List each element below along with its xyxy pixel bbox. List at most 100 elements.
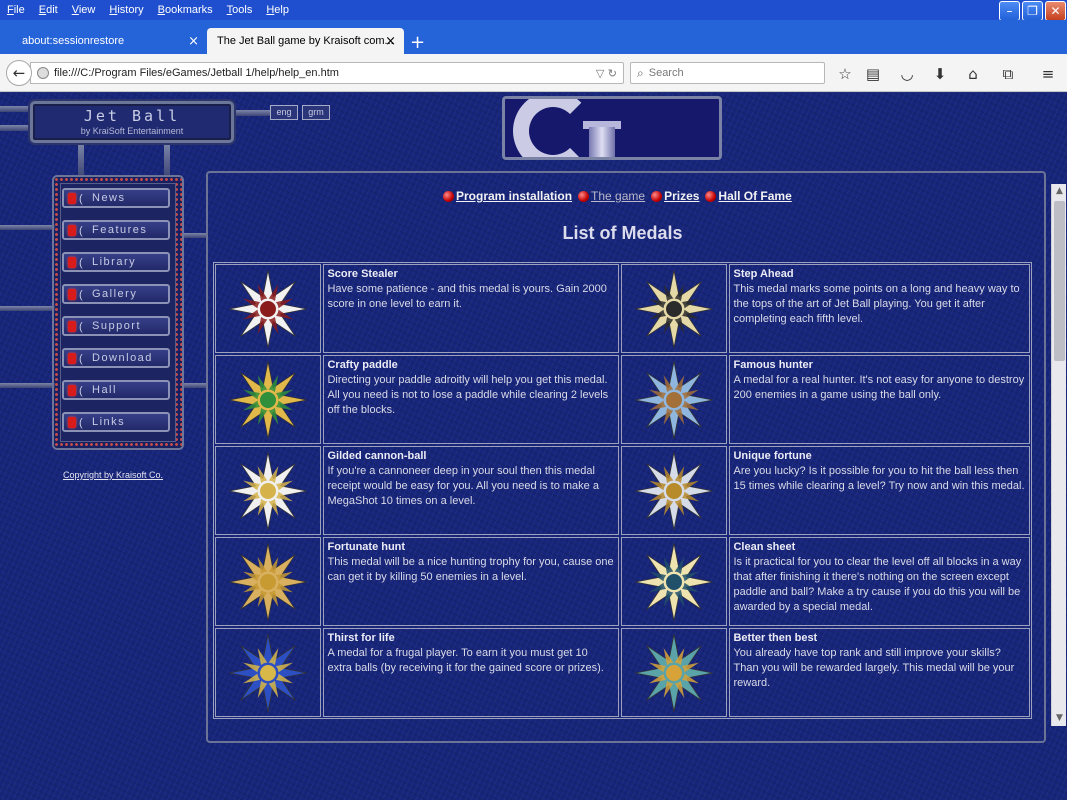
medal-table: Score Stealer Have some patience - and th… — [213, 262, 1032, 719]
hamburger-menu-icon[interactable]: ≡ — [1039, 65, 1057, 83]
score-stealer-medal-icon — [229, 269, 307, 348]
bracket-glyph: ( — [79, 353, 85, 365]
pipe-decoration — [234, 110, 270, 116]
menu-history[interactable]: History — [102, 4, 150, 16]
medal-title: Crafty paddle — [327, 359, 398, 371]
nav-label: Library — [92, 256, 137, 268]
medal-image — [215, 446, 322, 535]
medal-title: Fortunate hunt — [327, 541, 406, 553]
minimize-button[interactable]: – — [999, 1, 1020, 21]
logo-title: Jet Ball — [83, 107, 181, 125]
nav-label: Support — [92, 320, 142, 332]
pipe-decoration — [0, 106, 32, 112]
link-label: The game — [591, 189, 646, 203]
search-input[interactable]: ⌕ Search — [630, 62, 825, 84]
red-bullet-icon — [705, 190, 717, 202]
tab-session-restore[interactable]: about:sessionrestore × — [0, 28, 207, 54]
nav-hall-button[interactable]: (Hall — [62, 380, 170, 400]
header-banner-image — [502, 96, 722, 160]
clean-sheet-medal-icon — [635, 542, 713, 621]
nav-label: Links — [92, 416, 126, 428]
tab-close-icon[interactable]: × — [385, 34, 396, 49]
download-icon[interactable]: ⬇ — [931, 65, 949, 83]
famous-hunter-medal-icon — [635, 360, 713, 439]
link-prizes[interactable]: Prizes — [651, 189, 699, 203]
tab-label: The Jet Ball game by Kraisoft com... — [217, 35, 394, 47]
menu-bar: File Edit View History Bookmarks Tools H… — [0, 0, 1067, 21]
pipe-decoration — [184, 383, 206, 388]
nav-label: Hall — [92, 384, 117, 396]
reading-list-icon[interactable]: ▤ — [864, 65, 882, 83]
reload-icon[interactable]: ▽ ↻ — [596, 67, 617, 80]
bracket-glyph: ( — [79, 193, 85, 205]
medal-center-gem — [257, 298, 279, 319]
logo-subtitle: by KraiSoft Entertainment — [80, 126, 184, 136]
bracket-glyph: ( — [79, 257, 85, 269]
bracket-glyph: ( — [79, 289, 85, 301]
menu-file[interactable]: File — [0, 4, 32, 16]
language-english-button[interactable]: eng — [270, 105, 298, 120]
medal-image — [215, 355, 322, 444]
fortunate-hunt-medal-icon — [229, 542, 307, 621]
arrow-left-icon: ← — [12, 64, 26, 82]
medal-image — [621, 446, 728, 535]
copyright-link[interactable]: Copyright by Kraisoft Co. — [63, 470, 163, 480]
tab-close-icon[interactable]: × — [188, 34, 199, 49]
medal-text: Is it practical for you to clear the lev… — [733, 556, 1022, 613]
link-hall-of-fame[interactable]: Hall Of Fame — [705, 189, 792, 203]
nav-library-button[interactable]: ( Library — [62, 252, 170, 272]
pocket-icon[interactable]: ◡ — [898, 65, 916, 83]
pipe-decoration — [0, 306, 55, 311]
nav-gallery-button[interactable]: (Gallery — [62, 284, 170, 304]
medal-image — [621, 264, 728, 353]
pipe-decoration — [78, 143, 84, 177]
scrollbar-thumb[interactable] — [1054, 201, 1065, 361]
banner-ring-shape — [513, 99, 593, 157]
new-tab-button[interactable]: + — [410, 32, 425, 53]
vertical-scrollbar[interactable]: ▲ ▼ — [1051, 184, 1066, 726]
top-navigation-links: Program installation The game Prizes Hal… — [443, 189, 792, 203]
scroll-up-arrow-icon[interactable]: ▲ — [1052, 184, 1067, 199]
tab-strip: about:sessionrestore × The Jet Ball game… — [0, 20, 1067, 54]
bookmark-star-icon[interactable]: ☆ — [836, 65, 854, 83]
url-bar[interactable]: file:///C:/Program Files/eGames/Jetball … — [30, 62, 624, 84]
nav-download-button[interactable]: ( Download — [62, 348, 170, 368]
restore-button[interactable]: ❐ — [1022, 1, 1043, 21]
sync-icon[interactable]: ⧉ — [999, 65, 1017, 83]
medal-center-gem — [257, 571, 279, 592]
search-placeholder: Search — [648, 67, 684, 79]
page-title: List of Medals — [562, 223, 683, 243]
home-icon[interactable]: ⌂ — [964, 65, 982, 83]
bracket-glyph: ( — [79, 417, 85, 429]
better-then-best-medal-icon — [635, 633, 713, 712]
link-program-installation[interactable]: Program installation — [443, 189, 572, 203]
menu-bookmarks[interactable]: Bookmarks — [151, 4, 220, 16]
menu-edit[interactable]: Edit — [32, 4, 65, 16]
medal-center-gem — [663, 480, 685, 501]
table-row: Score Stealer Have some patience - and th… — [214, 263, 1031, 354]
medal-description: Unique fortune Are you lucky? Is it possi… — [729, 446, 1030, 535]
scroll-down-arrow-icon[interactable]: ▼ — [1052, 711, 1067, 726]
menu-tools[interactable]: Tools — [220, 4, 260, 16]
nav-links-button[interactable]: ( Links — [62, 412, 170, 432]
nav-news-button[interactable]: (News — [62, 188, 170, 208]
back-button[interactable]: ← — [6, 60, 32, 86]
medal-image — [215, 628, 322, 717]
tab-jet-ball[interactable]: The Jet Ball game by Kraisoft com... × — [207, 28, 404, 54]
medal-title: Clean sheet — [733, 541, 796, 553]
jet-ball-logo[interactable]: Jet Ball by KraiSoft Entertainment — [30, 101, 234, 143]
table-row: Thirst for life A medal for a frugal play… — [214, 627, 1031, 718]
menu-view[interactable]: View — [65, 4, 103, 16]
language-german-button[interactable]: grm — [302, 105, 330, 120]
link-the-game[interactable]: The game — [578, 189, 645, 203]
search-icon: ⌕ — [637, 65, 644, 80]
sidebar-frame — [52, 175, 184, 450]
medal-title: Score Stealer — [327, 268, 398, 280]
nav-label: Download — [92, 352, 153, 364]
nav-support-button[interactable]: (Support — [62, 316, 170, 336]
crafty-paddle-medal-icon — [229, 360, 307, 439]
red-led-icon — [68, 193, 76, 204]
medal-description: Step Ahead This medal marks some points o… — [729, 264, 1030, 353]
close-window-button[interactable]: ✕ — [1045, 1, 1066, 21]
menu-help[interactable]: Help — [259, 4, 296, 16]
